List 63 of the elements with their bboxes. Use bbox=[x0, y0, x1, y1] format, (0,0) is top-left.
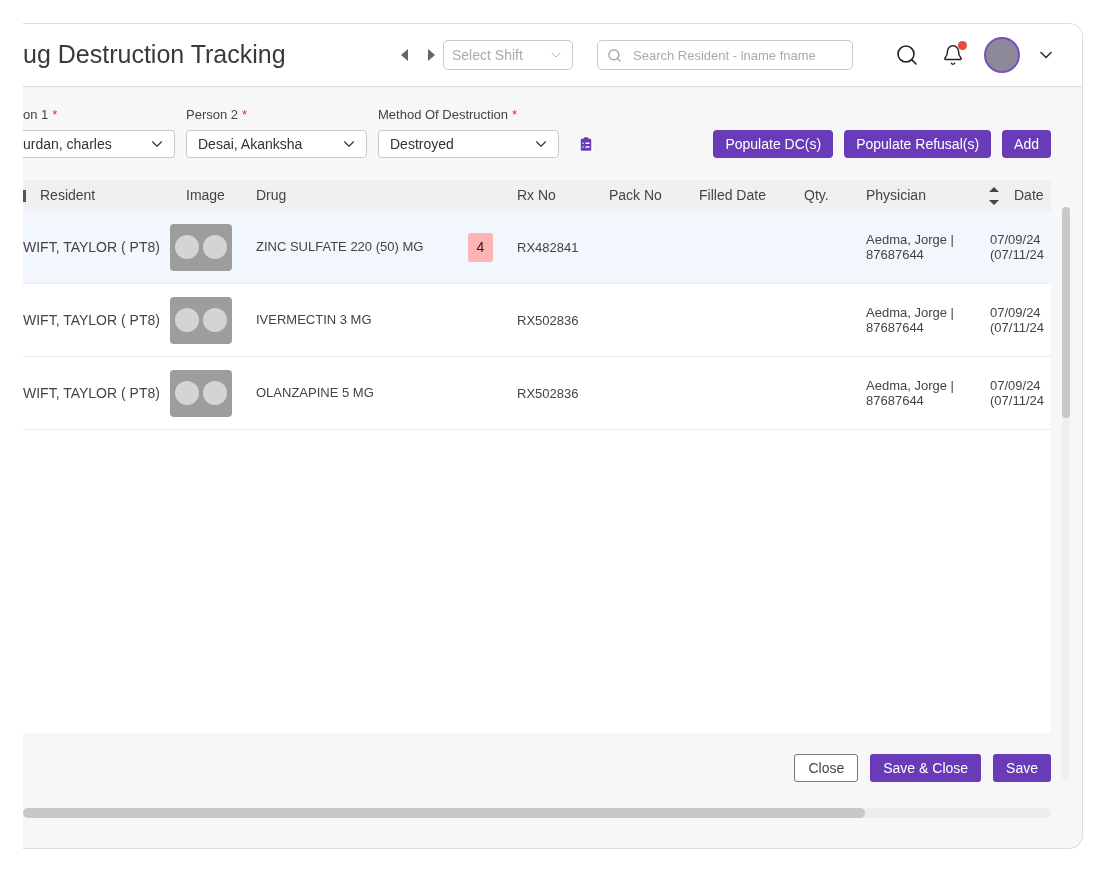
resident-name: WIFT, TAYLOR ( PT8) bbox=[23, 238, 160, 255]
footer-button[interactable]: Save bbox=[993, 754, 1051, 782]
footer-button[interactable]: Close bbox=[794, 754, 859, 782]
required-mark: * bbox=[512, 105, 518, 124]
resident-name: WIFT, TAYLOR ( PT8) bbox=[23, 384, 160, 401]
physician-text: 87687644 bbox=[866, 393, 925, 408]
physician-text: 87687644 bbox=[866, 320, 925, 335]
scrollbar-thumb[interactable] bbox=[1062, 207, 1070, 418]
dropdown-field[interactable]: urdan, charles bbox=[23, 130, 175, 158]
date-text: (07/11/24 bbox=[990, 247, 1045, 262]
search-icon bbox=[607, 47, 622, 63]
date-text: (07/11/24 bbox=[990, 393, 1045, 408]
pill-photo bbox=[170, 223, 232, 271]
drug-name: IVERMECTIN 3 MG bbox=[256, 311, 373, 330]
previous-arrow-icon[interactable] bbox=[401, 49, 409, 61]
required-mark: * bbox=[242, 105, 248, 124]
search-field[interactable]: Search Resident - lname fname bbox=[597, 40, 853, 70]
column-header: Drug bbox=[256, 186, 287, 205]
search-icon[interactable] bbox=[895, 43, 919, 67]
table-row[interactable]: WIFT, TAYLOR ( PT8) ZINC SULFATE 220 (50) MG 4 RX482841 Aedma, Jorge | 87687644 07/09/24 (07/11/24 bbox=[23, 211, 1051, 284]
drug-name: ZINC SULFATE 220 (50) MG bbox=[256, 238, 425, 257]
date-text: (07/11/24 bbox=[990, 320, 1045, 335]
column-header: Pack No bbox=[609, 186, 662, 205]
dropdown-field[interactable]: Destroyed bbox=[378, 130, 559, 158]
field-label: Method Of Destruction bbox=[378, 105, 509, 124]
page-title: ug Destruction Tracking bbox=[23, 39, 287, 71]
column-header: Filled Date bbox=[699, 186, 766, 205]
column-header: Image bbox=[186, 186, 225, 205]
physician-text: Aedma, Jorge | bbox=[866, 232, 955, 247]
rx-number: RX502836 bbox=[517, 312, 579, 328]
resident-name: WIFT, TAYLOR ( PT8) bbox=[23, 311, 160, 328]
date-text: 07/09/24 bbox=[990, 305, 1042, 320]
date-text: 07/09/24 bbox=[990, 378, 1042, 393]
vertical-scrollbar[interactable] bbox=[1062, 207, 1070, 780]
action-button[interactable]: Populate Refusal(s) bbox=[844, 130, 992, 158]
field-label: on 1 bbox=[23, 105, 49, 124]
physician-text: Aedma, Jorge | bbox=[866, 305, 955, 320]
drug-name: OLANZAPINE 5 MG bbox=[256, 384, 375, 403]
dropdown-field[interactable]: Desai, Akanksha bbox=[186, 130, 367, 158]
clipboard-icon[interactable] bbox=[577, 135, 595, 153]
field-label: Person 2 bbox=[186, 105, 239, 124]
footer-button[interactable]: Save & Close bbox=[870, 754, 982, 782]
action-button[interactable]: Populate DC(s) bbox=[713, 130, 834, 158]
next-arrow-icon[interactable] bbox=[427, 49, 435, 61]
date-text: 07/09/24 bbox=[990, 232, 1042, 247]
column-header: Date bbox=[1014, 186, 1044, 205]
horizontal-scrollbar[interactable] bbox=[23, 808, 1051, 818]
column-header: Resident bbox=[40, 186, 96, 205]
user-avatar[interactable] bbox=[984, 37, 1020, 73]
notification-bell-icon[interactable] bbox=[942, 44, 964, 66]
column-header: Qty. bbox=[804, 186, 829, 205]
physician-text: Aedma, Jorge | bbox=[866, 378, 955, 393]
rx-number: RX482841 bbox=[517, 239, 579, 255]
scrollbar-thumb[interactable] bbox=[23, 808, 865, 818]
pill-photo bbox=[170, 369, 232, 417]
column-header: Rx No bbox=[517, 186, 556, 205]
pill-photo bbox=[170, 296, 232, 344]
column-header: Physician bbox=[866, 186, 926, 205]
physician-text: 87687644 bbox=[866, 247, 925, 262]
rx-number: RX502836 bbox=[517, 385, 579, 401]
required-mark: * bbox=[52, 105, 58, 124]
quantity-badge: 4 bbox=[468, 232, 493, 262]
action-button[interactable]: Add bbox=[1002, 130, 1051, 158]
